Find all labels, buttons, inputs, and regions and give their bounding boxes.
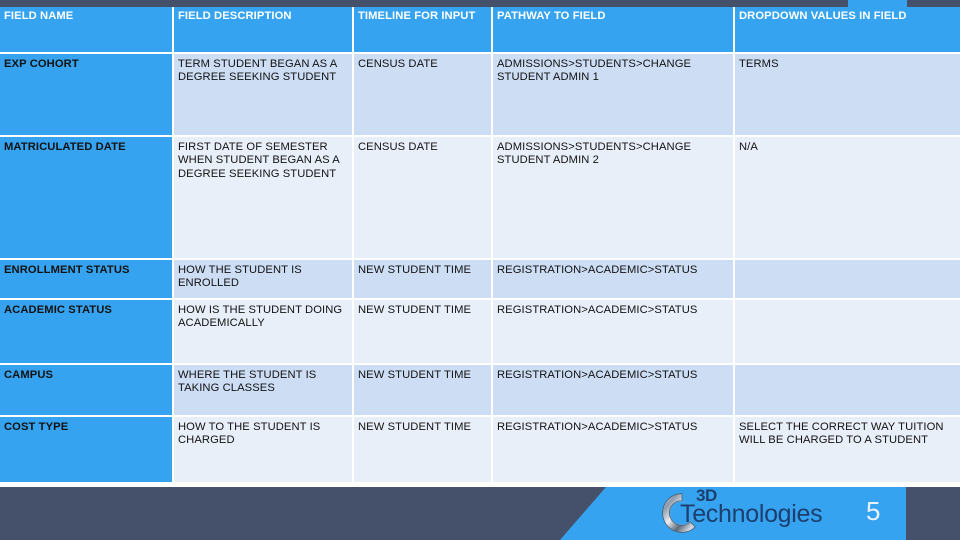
cell-timeline-for-input: CENSUS DATE	[354, 137, 491, 258]
table-row: COST TYPE HOW TO THE STUDENT IS CHARGED …	[0, 417, 960, 482]
cell-pathway-to-field: REGISTRATION>ACADEMIC>STATUS	[493, 417, 733, 482]
cell-field-name: CAMPUS	[0, 365, 172, 415]
table-header-row: FIELD NAME FIELD DESCRIPTION TIMELINE FO…	[0, 7, 960, 52]
cell-timeline-for-input: NEW STUDENT TIME	[354, 365, 491, 415]
cell-field-description: TERM STUDENT BEGAN AS A DEGREE SEEKING S…	[174, 54, 352, 135]
table-row: EXP COHORT TERM STUDENT BEGAN AS A DEGRE…	[0, 54, 960, 135]
cell-dropdown-values	[735, 365, 960, 415]
cell-timeline-for-input: CENSUS DATE	[354, 54, 491, 135]
column-header-timeline-for-input: TIMELINE FOR INPUT	[354, 7, 491, 52]
cell-field-description: HOW IS THE STUDENT DOING ACADEMICALLY	[174, 300, 352, 363]
data-table-container: FIELD NAME FIELD DESCRIPTION TIMELINE FO…	[0, 7, 960, 484]
slide-footer-bar: 3D Technologies 5	[0, 487, 960, 540]
cell-timeline-for-input: NEW STUDENT TIME	[354, 260, 491, 298]
table-row: ACADEMIC STATUS HOW IS THE STUDENT DOING…	[0, 300, 960, 363]
column-header-dropdown-values: DROPDOWN VALUES IN FIELD	[735, 7, 960, 52]
cell-pathway-to-field: REGISTRATION>ACADEMIC>STATUS	[493, 260, 733, 298]
cell-dropdown-values	[735, 260, 960, 298]
logo-wordmark: Technologies	[680, 500, 823, 528]
field-reference-table: FIELD NAME FIELD DESCRIPTION TIMELINE FO…	[0, 5, 960, 484]
cell-dropdown-values: SELECT THE CORRECT WAY TUITION WILL BE C…	[735, 417, 960, 482]
table-row: MATRICULATED DATE FIRST DATE OF SEMESTER…	[0, 137, 960, 258]
cell-field-name: ACADEMIC STATUS	[0, 300, 172, 363]
cell-field-description: HOW THE STUDENT IS ENROLLED	[174, 260, 352, 298]
column-header-field-name: FIELD NAME	[0, 7, 172, 52]
cell-pathway-to-field: ADMISSIONS>STUDENTS>CHANGE STUDENT ADMIN…	[493, 137, 733, 258]
table-row: CAMPUS WHERE THE STUDENT IS TAKING CLASS…	[0, 365, 960, 415]
table-row: ENROLLMENT STATUS HOW THE STUDENT IS ENR…	[0, 260, 960, 298]
column-header-field-description: FIELD DESCRIPTION	[174, 7, 352, 52]
cell-field-name: MATRICULATED DATE	[0, 137, 172, 258]
cell-field-description: WHERE THE STUDENT IS TAKING CLASSES	[174, 365, 352, 415]
cell-field-name: ENROLLMENT STATUS	[0, 260, 172, 298]
cell-pathway-to-field: REGISTRATION>ACADEMIC>STATUS	[493, 300, 733, 363]
column-header-pathway-to-field: PATHWAY TO FIELD	[493, 7, 733, 52]
cell-timeline-for-input: NEW STUDENT TIME	[354, 300, 491, 363]
cell-field-description: FIRST DATE OF SEMESTER WHEN STUDENT BEGA…	[174, 137, 352, 258]
slide-canvas: FIELD NAME FIELD DESCRIPTION TIMELINE FO…	[0, 0, 960, 540]
cell-field-name: EXP COHORT	[0, 54, 172, 135]
cell-timeline-for-input: NEW STUDENT TIME	[354, 417, 491, 482]
cell-dropdown-values	[735, 300, 960, 363]
cell-field-name: COST TYPE	[0, 417, 172, 482]
cell-field-description: HOW TO THE STUDENT IS CHARGED	[174, 417, 352, 482]
cell-dropdown-values: TERMS	[735, 54, 960, 135]
company-logo: 3D Technologies	[652, 487, 842, 540]
cell-pathway-to-field: ADMISSIONS>STUDENTS>CHANGE STUDENT ADMIN…	[493, 54, 733, 135]
page-number: 5	[866, 496, 881, 526]
cell-pathway-to-field: REGISTRATION>ACADEMIC>STATUS	[493, 365, 733, 415]
cell-dropdown-values: N/A	[735, 137, 960, 258]
